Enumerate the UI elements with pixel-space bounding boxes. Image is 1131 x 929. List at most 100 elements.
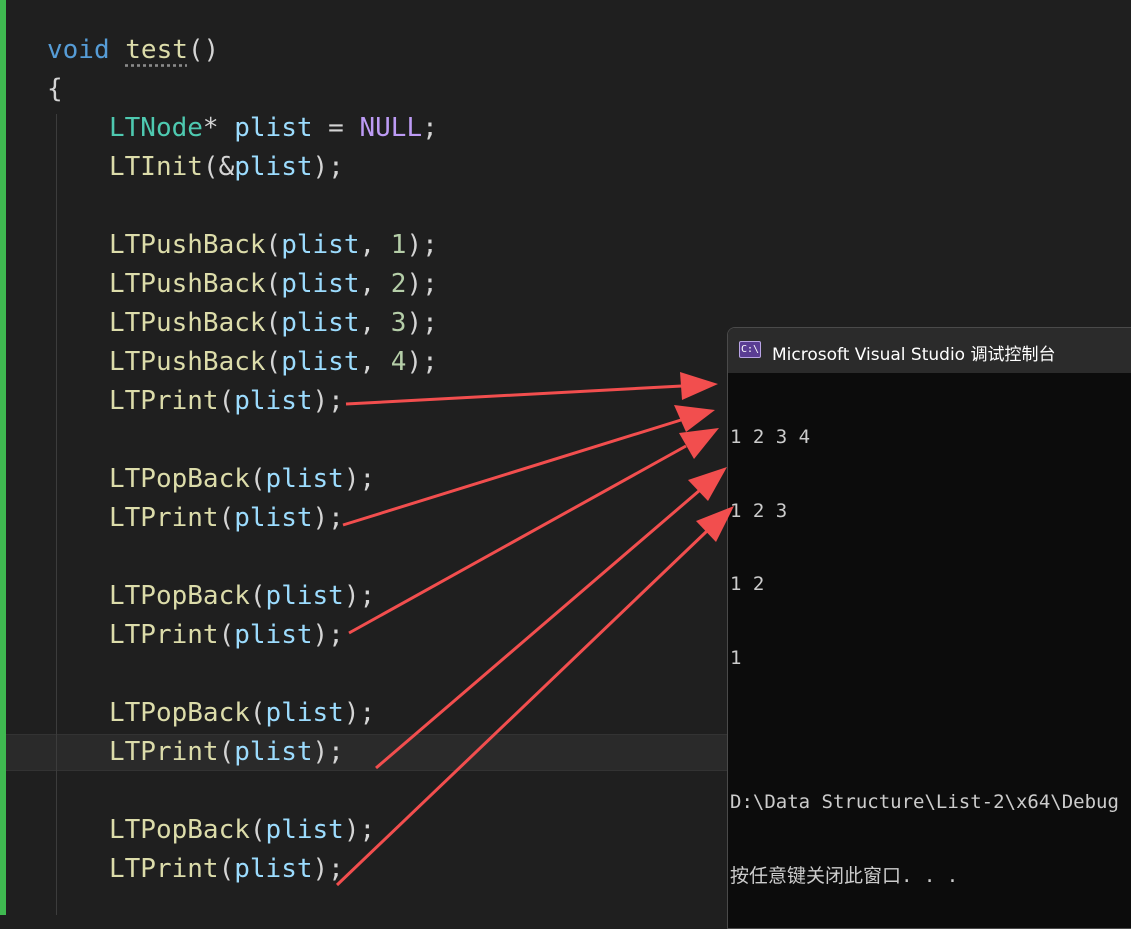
number-literal: 2 (390, 269, 407, 299)
type-name: LTNode (109, 113, 203, 143)
close-paren: ); (312, 503, 344, 533)
code-line-popback[interactable]: LTPopBack(plist); (109, 812, 375, 849)
number-literal: 1 (390, 230, 407, 260)
open-paren: ( (249, 815, 266, 845)
open-paren: ( (218, 503, 235, 533)
close-paren: ); (406, 347, 438, 377)
console-output-line: 1 2 (730, 573, 765, 595)
debug-console-window[interactable]: C:\ Microsoft Visual Studio 调试控制台 1 2 3 … (727, 327, 1131, 929)
open-paren: ( (265, 308, 282, 338)
open-paren: ( (249, 581, 266, 611)
number-literal: 3 (390, 308, 407, 338)
console-output-line: 1 2 3 (730, 499, 788, 522)
address-operator: & (218, 152, 235, 182)
argument: plist (265, 698, 344, 728)
argument: plist (234, 152, 313, 182)
change-indicator-bar (0, 0, 6, 915)
close-paren: ); (343, 815, 376, 845)
close-paren: ); (312, 386, 344, 416)
param-list: () (187, 35, 220, 65)
function-name[interactable]: test (125, 35, 188, 65)
argument: plist (265, 581, 344, 611)
code-line-pushback[interactable]: LTPushBack(plist, 2); (109, 266, 438, 303)
argument: plist (234, 854, 313, 884)
comma: , (359, 269, 391, 299)
argument: plist (281, 269, 360, 299)
console-output-line: 1 2 3 4 (730, 426, 811, 448)
function-call-name: LTInit (109, 152, 203, 182)
console-prompt: 按任意键关闭此窗口. . . (730, 864, 959, 887)
close-paren: ); (312, 152, 344, 182)
code-line-print[interactable]: LTPrint(plist); (109, 734, 344, 771)
function-call-name: LTPopBack (109, 464, 250, 494)
code-line-print[interactable]: LTPrint(plist); (109, 383, 344, 420)
function-call-name: LTPrint (109, 854, 219, 884)
comma: , (359, 230, 391, 260)
argument: plist (234, 386, 313, 416)
function-call-name: LTPushBack (109, 308, 266, 338)
console-titlebar[interactable]: C:\ Microsoft Visual Studio 调试控制台 (728, 328, 1131, 373)
open-paren: ( (218, 854, 235, 884)
close-paren: ); (312, 854, 344, 884)
variable-name: plist (234, 113, 313, 143)
open-paren: ( (202, 152, 219, 182)
close-paren: ); (406, 308, 438, 338)
code-line-pushback[interactable]: LTPushBack(plist, 1); (109, 227, 438, 264)
open-paren: ( (218, 737, 235, 767)
function-call-name: LTPopBack (109, 815, 250, 845)
code-line-popback[interactable]: LTPopBack(plist); (109, 461, 375, 498)
close-paren: ); (312, 620, 344, 650)
console-output-line: 1 (730, 646, 742, 669)
comma: , (359, 347, 391, 377)
argument: plist (281, 230, 360, 260)
argument: plist (265, 464, 344, 494)
close-paren: ); (406, 230, 438, 260)
close-paren: ); (312, 737, 344, 767)
argument: plist (281, 347, 360, 377)
function-call-name: LTPrint (109, 386, 219, 416)
close-paren: ); (343, 464, 376, 494)
argument: plist (234, 503, 313, 533)
assign-operator: = (328, 113, 344, 143)
return-type: void (47, 35, 110, 65)
open-paren: ( (265, 347, 282, 377)
function-call-name: LTPushBack (109, 230, 266, 260)
function-call-name: LTPrint (109, 620, 219, 650)
code-line-pushback[interactable]: LTPushBack(plist, 3); (109, 305, 438, 342)
comma: , (359, 308, 391, 338)
console-output[interactable]: 1 2 3 4 1 2 3 1 2 1 D:\Data Structure\Li… (730, 376, 1131, 928)
close-paren: ); (406, 269, 438, 299)
code-line-declaration[interactable]: LTNode* plist = NULL; (109, 110, 438, 147)
function-call-name: LTPrint (109, 503, 219, 533)
close-paren: ); (343, 698, 376, 728)
terminal-icon: C:\ (739, 341, 761, 358)
number-literal: 4 (390, 347, 407, 377)
function-call-name: LTPopBack (109, 698, 250, 728)
null-macro: NULL (359, 113, 423, 143)
code-line-signature[interactable]: void test() (47, 32, 219, 69)
open-paren: ( (218, 620, 235, 650)
code-line-print[interactable]: LTPrint(plist); (109, 617, 344, 654)
argument: plist (265, 815, 344, 845)
console-title: Microsoft Visual Studio 调试控制台 (772, 345, 1056, 365)
function-call-name: LTPrint (109, 737, 219, 767)
argument: plist (234, 620, 313, 650)
console-exe-path: D:\Data Structure\List-2\x64\Debug (730, 791, 1119, 813)
code-line-pushback[interactable]: LTPushBack(plist, 4); (109, 344, 438, 381)
open-paren: ( (265, 269, 282, 299)
open-paren: ( (218, 386, 235, 416)
close-paren: ); (343, 581, 376, 611)
open-paren: ( (249, 464, 266, 494)
function-call-name: LTPopBack (109, 581, 250, 611)
code-line-open-brace[interactable]: { (47, 71, 63, 108)
pointer-star: * (202, 113, 219, 143)
code-line-popback[interactable]: LTPopBack(plist); (109, 695, 375, 732)
argument: plist (234, 737, 313, 767)
code-line-init[interactable]: LTInit(&plist); (109, 149, 344, 186)
open-brace: { (47, 74, 63, 104)
code-line-popback[interactable]: LTPopBack(plist); (109, 578, 375, 615)
code-line-print[interactable]: LTPrint(plist); (109, 851, 344, 888)
code-line-print[interactable]: LTPrint(plist); (109, 500, 344, 537)
semicolon: ; (422, 113, 438, 143)
